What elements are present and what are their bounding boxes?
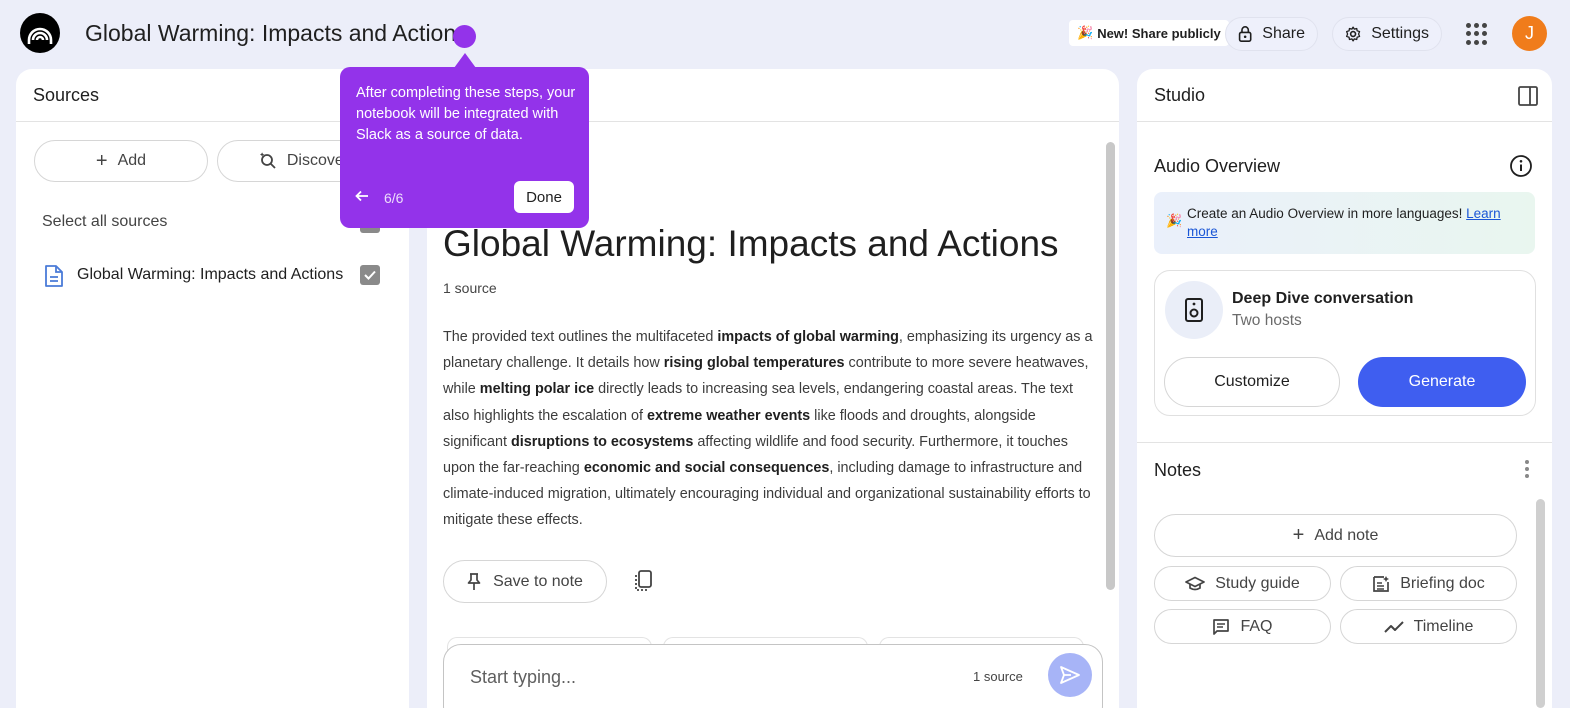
study-guide-label: Study guide (1215, 574, 1300, 592)
onboarding-tooltip: After completing these steps, your noteb… (340, 67, 589, 228)
deep-dive-title: Deep Dive conversation (1232, 290, 1414, 307)
source-list-item[interactable]: Global Warming: Impacts and Actions (44, 262, 384, 292)
briefing-doc-button[interactable]: Briefing doc (1340, 566, 1517, 601)
done-button[interactable]: Done (514, 181, 574, 213)
copy-icon[interactable] (633, 569, 655, 593)
notebook-summary: The provided text outlines the multiface… (443, 329, 1093, 529)
notes-title: Notes (1154, 460, 1202, 480)
back-arrow-icon[interactable] (355, 189, 369, 206)
section-divider (1137, 442, 1552, 443)
app-header: Global Warming: Impacts and Actions 🎉 Ne… (0, 0, 1570, 68)
send-icon (1060, 666, 1080, 684)
study-guide-button[interactable]: Study guide (1154, 566, 1331, 601)
customize-button[interactable]: Customize (1164, 357, 1340, 407)
trend-line-icon (1383, 620, 1404, 633)
share-button[interactable]: Share (1225, 17, 1318, 51)
apps-grid-icon[interactable] (1466, 23, 1488, 45)
select-all-sources-label: Select all sources (42, 213, 168, 230)
new-share-publicly-badge[interactable]: 🎉 New! Share publicly (1069, 20, 1229, 46)
studio-title: Studio (1154, 85, 1206, 105)
onboarding-hotspot[interactable] (453, 25, 476, 48)
app-logo-icon[interactable] (20, 13, 60, 53)
timeline-label: Timeline (1413, 617, 1474, 635)
pin-icon (467, 572, 481, 590)
party-popper-icon: 🎉 (1166, 213, 1183, 228)
tooltip-step-counter: 6/6 (384, 190, 404, 206)
generate-button[interactable]: Generate (1358, 357, 1526, 407)
faq-label: FAQ (1240, 617, 1273, 635)
source-count: 1 source (443, 280, 497, 296)
studio-scrollbar[interactable] (1536, 499, 1545, 708)
briefing-doc-icon (1373, 575, 1390, 592)
chat-composer[interactable]: Start typing... 1 source (443, 644, 1103, 708)
timeline-button[interactable]: Timeline (1340, 609, 1517, 644)
faq-button[interactable]: FAQ (1154, 609, 1331, 644)
avatar[interactable]: J (1512, 16, 1547, 51)
settings-label: Settings (1371, 25, 1429, 42)
collapse-panel-icon[interactable] (1517, 85, 1539, 107)
studio-panel: Studio Audio Overview 🎉 Create an Audio … (1137, 69, 1552, 708)
notebook-heading: Global Warming: Impacts and Actions (443, 223, 1059, 264)
speaker-icon (1165, 281, 1223, 339)
save-to-note-button[interactable]: Save to note (443, 560, 607, 603)
settings-button[interactable]: Settings (1332, 17, 1442, 51)
chat-scrollbar[interactable] (1106, 142, 1115, 590)
source-checkbox[interactable] (360, 265, 380, 285)
discover-search-icon (259, 152, 276, 169)
add-note-label: Add note (1314, 526, 1379, 544)
sources-title: Sources (33, 85, 100, 105)
share-label: Share (1262, 25, 1305, 42)
add-note-button[interactable]: + Add note (1154, 514, 1517, 557)
deep-dive-subtitle: Two hosts (1232, 312, 1302, 329)
more-options-icon[interactable] (1525, 460, 1529, 478)
tooltip-text: After completing these steps, your noteb… (356, 85, 576, 143)
add-source-label: Add (117, 152, 147, 169)
plus-icon: + (95, 149, 108, 172)
chat-bubble-icon (1213, 618, 1230, 635)
audio-overview-title: Audio Overview (1154, 156, 1281, 176)
source-label: Global Warming: Impacts and Actions (77, 266, 344, 283)
gear-icon (1345, 26, 1361, 42)
graduation-cap-icon (1185, 576, 1206, 590)
deep-dive-card: Deep Dive conversation Two hosts Customi… (1154, 270, 1536, 416)
tooltip-arrow (454, 53, 476, 68)
lock-icon (1238, 26, 1252, 42)
languages-banner: 🎉 Create an Audio Overview in more langu… (1154, 192, 1535, 254)
banner-text: Create an Audio Overview in more languag… (1187, 206, 1501, 239)
briefing-doc-label: Briefing doc (1400, 574, 1485, 592)
send-button[interactable] (1048, 653, 1092, 697)
studio-header: Studio (1137, 69, 1552, 122)
chat-input[interactable]: Start typing... (470, 667, 576, 688)
new-share-label: New! Share publicly (1097, 25, 1221, 41)
info-icon[interactable] (1509, 154, 1533, 178)
add-source-button[interactable]: + Add (34, 140, 208, 182)
party-popper-icon: 🎉 (1077, 25, 1094, 40)
plus-icon: + (1292, 524, 1305, 546)
save-to-note-label: Save to note (493, 572, 583, 590)
composer-source-count: 1 source (973, 669, 1023, 684)
notebook-title[interactable]: Global Warming: Impacts and Actions (85, 20, 468, 47)
document-icon (45, 265, 63, 287)
